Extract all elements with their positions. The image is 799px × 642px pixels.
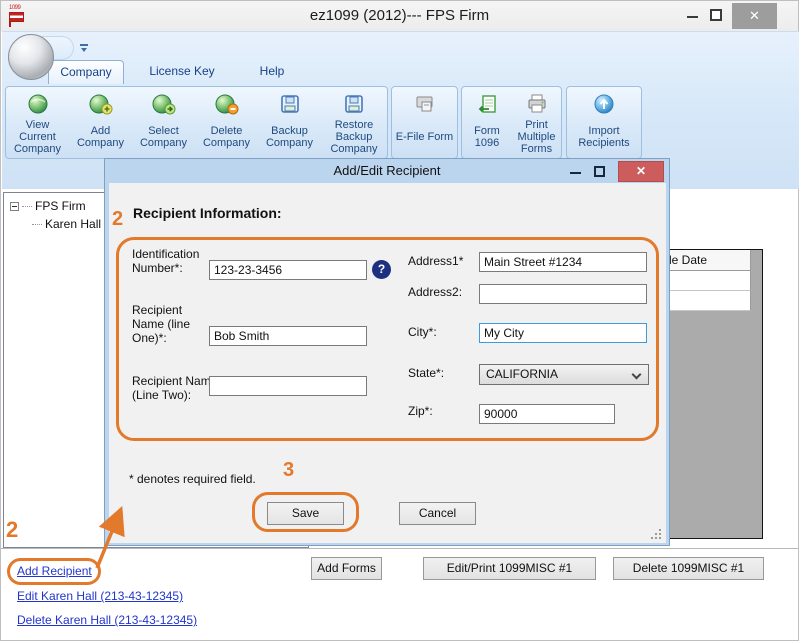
app-window: 1099 ez1099 (2012)--- FPS Firm ✕ Company…	[0, 0, 799, 641]
required-field-note: * denotes required field.	[129, 472, 256, 486]
recipient-name-one-input[interactable]	[209, 326, 367, 346]
delete-1099misc-button[interactable]: Delete 1099MISC #1	[613, 557, 764, 580]
globe-select-icon	[152, 92, 176, 116]
chevron-down-icon	[632, 370, 642, 380]
form-arrow-icon	[476, 92, 498, 116]
annotation-step-3: 3	[283, 459, 294, 482]
floppy-disk-icon	[279, 92, 301, 116]
tree-item-fps-firm[interactable]: FPS Firm	[10, 199, 86, 213]
dialog-title: Add/Edit Recipient	[105, 159, 669, 183]
annotation-step-2: 2	[112, 208, 123, 231]
quick-access-dropdown-arrow-icon[interactable]	[81, 48, 87, 52]
identification-number-label: Identification Number*:	[132, 247, 216, 275]
tree-item-karen-hall[interactable]: Karen Hall (	[32, 217, 108, 231]
efile-machine-icon	[414, 92, 436, 116]
delete-karen-hall-link[interactable]: Delete Karen Hall (213-43-12345)	[17, 613, 197, 627]
globe-minus-icon	[215, 92, 239, 116]
quick-access-dropdown-icon[interactable]	[80, 44, 88, 46]
annotation-step-2-link: 2	[6, 517, 18, 543]
title-bar: 1099 ez1099 (2012)--- FPS Firm ✕	[1, 1, 798, 31]
dialog-maximize-icon[interactable]	[594, 166, 605, 177]
tab-license-key[interactable]: License Key	[136, 60, 228, 84]
import-recipients-button[interactable]: Import Recipients	[567, 87, 641, 158]
recipient-name-one-label: Recipient Name (line One)*:	[132, 303, 216, 345]
tree-item-label: Karen Hall (	[45, 217, 108, 231]
application-orb-button[interactable]	[8, 34, 54, 80]
globe-plus-icon	[89, 92, 113, 116]
dialog-minimize-icon[interactable]	[570, 172, 581, 174]
e-file-form-button[interactable]: E-File Form	[392, 87, 457, 158]
printer-icon	[526, 92, 548, 116]
add-edit-recipient-dialog: Add/Edit Recipient ✕ Recipient Informati…	[104, 158, 670, 546]
import-circle-up-arrow-icon	[593, 92, 615, 116]
restore-backup-company-button[interactable]: Restore Backup Company	[321, 87, 387, 158]
state-label: State*:	[408, 366, 444, 380]
maximize-icon[interactable]	[710, 9, 722, 21]
tree-connector	[32, 224, 42, 225]
select-company-button[interactable]: Select Company	[132, 87, 195, 158]
state-selected-value: CALIFORNIA	[486, 367, 558, 381]
tree-item-label: FPS Firm	[35, 199, 86, 213]
tab-company[interactable]: Company	[48, 60, 124, 84]
section-title: Recipient Information:	[133, 205, 282, 221]
delete-company-button[interactable]: Delete Company	[195, 87, 258, 158]
recipient-name-two-label: Recipient Name (Line Two):	[132, 374, 220, 402]
zip-label: Zip*:	[408, 404, 433, 418]
ribbon-group-forms: Form 1096 Print Multiple Forms	[461, 86, 562, 159]
address2-input[interactable]	[479, 284, 647, 304]
edit-karen-hall-link[interactable]: Edit Karen Hall (213-43-12345)	[17, 589, 183, 603]
state-select[interactable]: CALIFORNIA	[479, 364, 649, 385]
print-multiple-forms-button[interactable]: Print Multiple Forms	[512, 87, 561, 158]
ribbon-group-efile: E-File Form	[391, 86, 458, 159]
tab-help[interactable]: Help	[246, 60, 298, 84]
help-icon[interactable]: ?	[372, 260, 391, 279]
tree-connector	[22, 206, 32, 207]
dialog-close-button[interactable]: ✕	[618, 161, 664, 182]
form-1096-button[interactable]: Form 1096	[462, 87, 512, 158]
view-current-company-button[interactable]: View Current Company	[6, 87, 69, 158]
globe-icon	[27, 92, 49, 116]
address1-input[interactable]	[479, 252, 647, 272]
panel-divider	[1, 548, 799, 549]
floppy-disk-icon	[343, 92, 365, 116]
city-input[interactable]	[479, 323, 647, 343]
save-button[interactable]: Save	[267, 502, 344, 525]
zip-input[interactable]	[479, 404, 615, 424]
ribbon-group-company: View Current Company Add Company Select …	[5, 86, 388, 159]
cancel-button[interactable]: Cancel	[399, 502, 476, 525]
address1-label: Address1*	[408, 254, 463, 268]
resize-grip[interactable]	[651, 529, 661, 539]
close-button[interactable]: ✕	[732, 3, 777, 29]
dialog-body: Recipient Information: 2 Identification …	[109, 183, 666, 543]
edit-print-1099misc-button[interactable]: Edit/Print 1099MISC #1	[423, 557, 596, 580]
ribbon-group-import: Import Recipients	[566, 86, 642, 159]
tree-collapse-icon[interactable]	[10, 202, 19, 211]
window-title: ez1099 (2012)--- FPS Firm	[1, 1, 798, 31]
recipient-name-two-input[interactable]	[209, 376, 367, 396]
address2-label: Address2:	[408, 285, 462, 299]
ribbon-tabs: Company License Key Help	[2, 60, 799, 84]
identification-number-input[interactable]	[209, 260, 367, 280]
add-forms-button[interactable]: Add Forms	[311, 557, 382, 580]
add-company-button[interactable]: Add Company	[69, 87, 132, 158]
add-recipient-link[interactable]: Add Recipient	[17, 564, 92, 578]
city-label: City*:	[408, 325, 437, 339]
backup-company-button[interactable]: Backup Company	[258, 87, 321, 158]
minimize-icon[interactable]	[687, 16, 698, 18]
